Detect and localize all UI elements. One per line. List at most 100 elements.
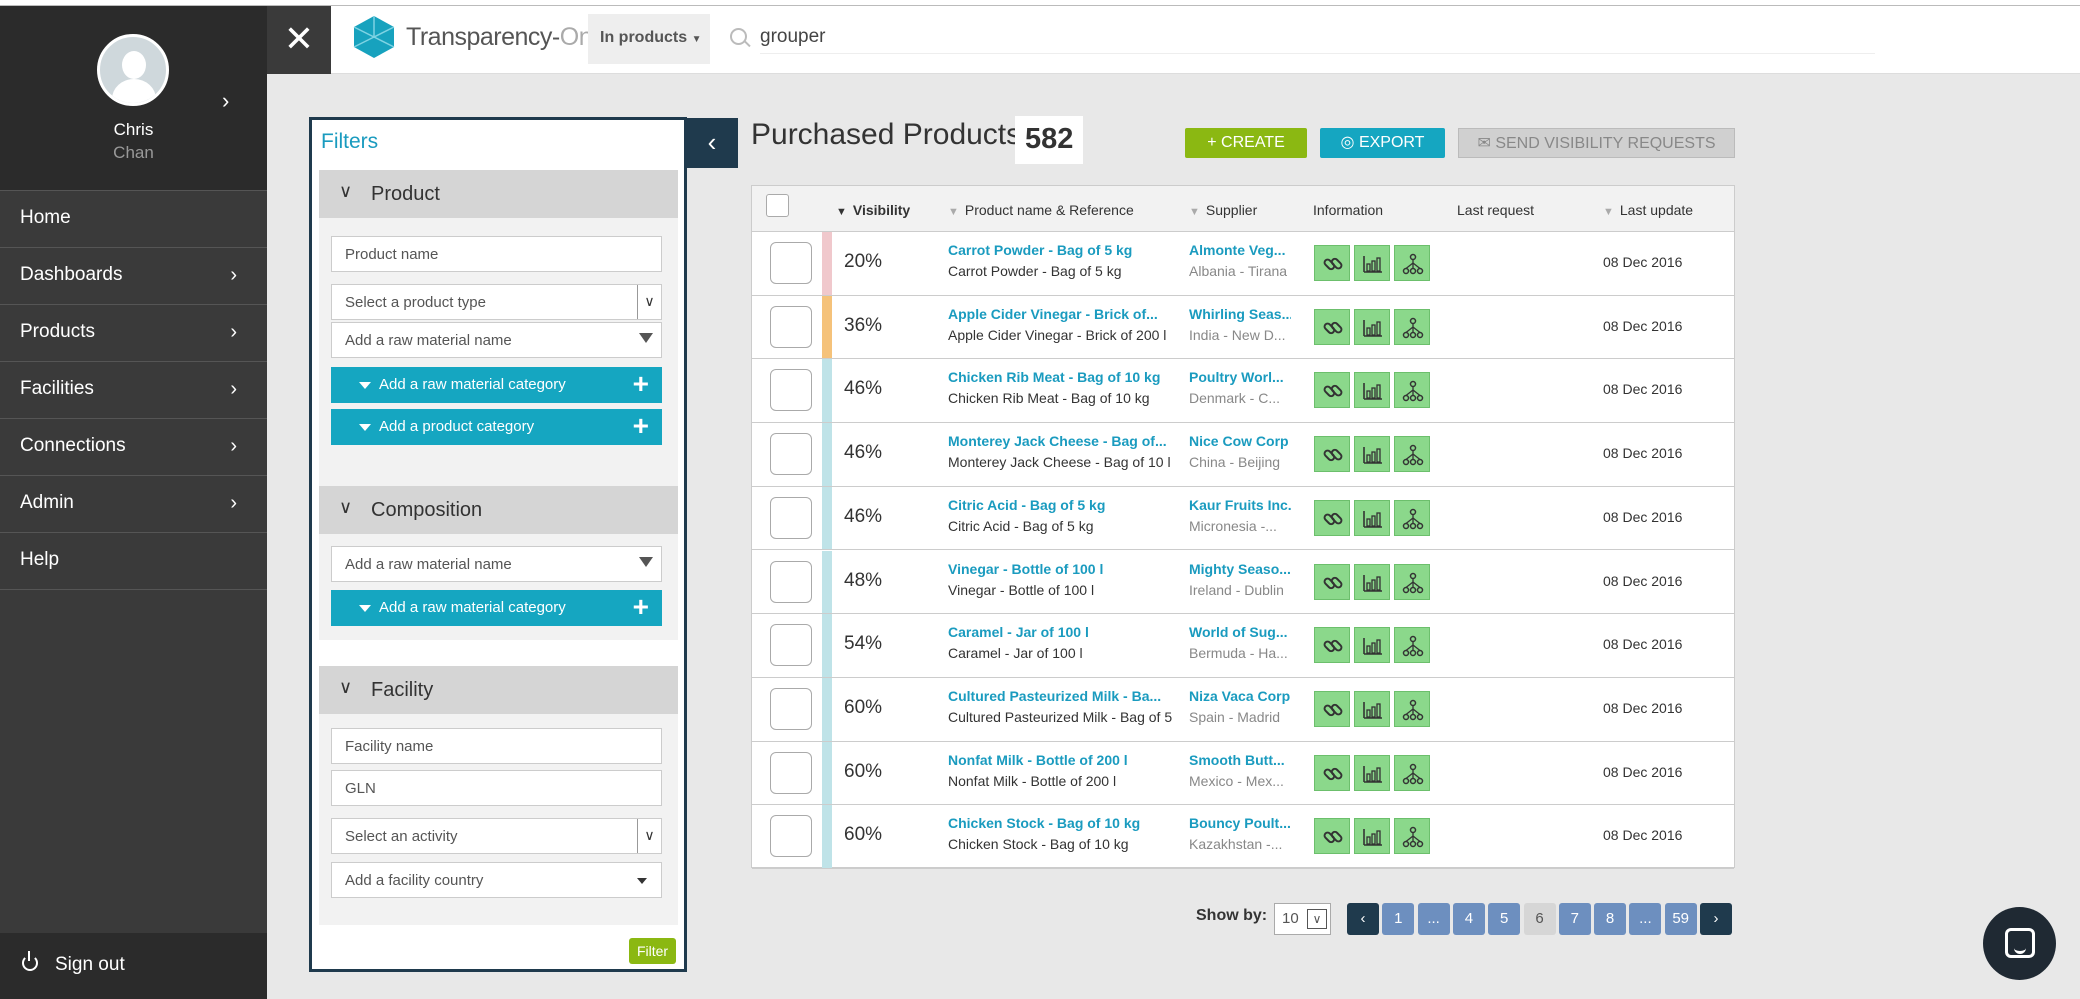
create-button[interactable]: + CREATE — [1185, 128, 1307, 158]
hierarchy-info-button[interactable] — [1394, 308, 1430, 345]
hierarchy-info-button[interactable] — [1394, 754, 1430, 791]
next-page-button[interactable]: › — [1700, 903, 1732, 935]
facility-name-input[interactable]: Facility name — [331, 728, 662, 764]
link-info-button[interactable] — [1314, 372, 1350, 409]
link-info-button[interactable] — [1314, 563, 1350, 600]
app-logo[interactable]: Transparency-One — [350, 14, 606, 60]
chart-info-button[interactable] — [1354, 563, 1390, 600]
raw-material-name-input[interactable]: Add a raw material name — [331, 322, 662, 358]
row-checkbox[interactable] — [770, 624, 812, 667]
link-info-button[interactable] — [1314, 818, 1350, 855]
row-checkbox[interactable] — [770, 433, 812, 476]
supplier-link[interactable]: World of Sug... — [1189, 624, 1291, 640]
row-checkbox[interactable] — [770, 305, 812, 348]
hierarchy-info-button[interactable] — [1394, 245, 1430, 281]
product-type-select[interactable]: Select a product type ∨ — [331, 284, 662, 320]
column-header-product[interactable]: ▼ Product name & Reference — [948, 202, 1134, 218]
supplier-link[interactable]: Whirling Seas... — [1189, 306, 1291, 322]
supplier-link[interactable]: Smooth Butt... — [1189, 752, 1291, 768]
hierarchy-info-button[interactable] — [1394, 627, 1430, 664]
product-name-link[interactable]: Apple Cider Vinegar - Brick of... — [948, 306, 1184, 322]
sign-out-button[interactable]: Sign out — [0, 933, 267, 999]
page-button[interactable]: 5 — [1488, 903, 1521, 935]
show-by-select[interactable]: 10 ∨ — [1274, 903, 1331, 935]
row-checkbox[interactable] — [770, 242, 812, 284]
link-info-button[interactable] — [1314, 499, 1350, 536]
composition-raw-material-input[interactable]: Add a raw material name — [331, 546, 662, 582]
page-button[interactable]: 4 — [1452, 903, 1485, 935]
sidebar-item-help[interactable]: Help — [0, 533, 267, 590]
add-raw-material-category-button[interactable]: Add a raw material category + — [331, 367, 662, 403]
chevron-right-icon[interactable]: › — [222, 88, 229, 114]
sidebar-item-products[interactable]: Products › — [0, 305, 267, 362]
product-name-link[interactable]: Carrot Powder - Bag of 5 kg — [948, 242, 1184, 258]
sidebar-item-facilities[interactable]: Facilities › — [0, 362, 267, 419]
product-name-input[interactable]: Product name — [331, 236, 662, 272]
hierarchy-info-button[interactable] — [1394, 436, 1430, 473]
table-row[interactable]: 48% Vinegar - Bottle of 100 l Vinegar - Bo… — [752, 550, 1734, 615]
supplier-link[interactable]: Bouncy Poult... — [1189, 815, 1291, 831]
table-row[interactable]: 60% Cultured Pasteurized Milk - Ba... Cult… — [752, 677, 1734, 742]
product-name-link[interactable]: Monterey Jack Cheese - Bag of... — [948, 433, 1184, 449]
chart-info-button[interactable] — [1354, 308, 1390, 345]
close-icon[interactable]: ✕ — [267, 6, 331, 74]
export-button[interactable]: ◎ EXPORT — [1320, 128, 1445, 158]
row-checkbox[interactable] — [770, 751, 812, 794]
table-row[interactable]: 46% Citric Acid - Bag of 5 kg Citric Acid … — [752, 486, 1734, 551]
gln-input[interactable]: GLN — [331, 770, 662, 806]
supplier-link[interactable]: Niza Vaca Corp — [1189, 688, 1291, 704]
table-row[interactable]: 60% Chicken Stock - Bag of 10 kg Chicken S… — [752, 805, 1734, 869]
link-info-button[interactable] — [1314, 436, 1350, 473]
chart-info-button[interactable] — [1354, 627, 1390, 664]
section-header-product[interactable]: ∨ Product — [319, 170, 678, 218]
supplier-link[interactable]: Poultry Worl... — [1189, 369, 1291, 385]
sidebar-item-dashboards[interactable]: Dashboards › — [0, 248, 267, 305]
send-visibility-requests-button[interactable]: ✉ SEND VISIBILITY REQUESTS — [1458, 128, 1735, 158]
hierarchy-info-button[interactable] — [1394, 690, 1430, 727]
hierarchy-info-button[interactable] — [1394, 499, 1430, 536]
product-name-link[interactable]: Chicken Rib Meat - Bag of 10 kg — [948, 369, 1184, 385]
search-input[interactable] — [760, 20, 1875, 54]
page-button[interactable]: 59 — [1664, 903, 1697, 935]
filter-submit-button[interactable]: Filter — [629, 938, 676, 964]
chart-info-button[interactable] — [1354, 754, 1390, 791]
link-info-button[interactable] — [1314, 690, 1350, 727]
row-checkbox[interactable] — [770, 560, 812, 603]
link-info-button[interactable] — [1314, 627, 1350, 664]
product-name-link[interactable]: Cultured Pasteurized Milk - Ba... — [948, 688, 1184, 704]
product-name-link[interactable]: Chicken Stock - Bag of 10 kg — [948, 815, 1184, 831]
link-info-button[interactable] — [1314, 245, 1350, 281]
prev-page-button[interactable]: ‹ — [1347, 903, 1379, 935]
collapse-filters-button[interactable]: ‹ — [686, 118, 738, 168]
sidebar-item-admin[interactable]: Admin › — [0, 476, 267, 533]
supplier-link[interactable]: Almonte Veg... — [1189, 242, 1291, 258]
supplier-link[interactable]: Mighty Seaso... — [1189, 561, 1291, 577]
table-row[interactable]: 36% Apple Cider Vinegar - Brick of... Appl… — [752, 295, 1734, 360]
search-scope-dropdown[interactable]: In products ▼ — [588, 14, 710, 64]
composition-add-raw-material-category-button[interactable]: Add a raw material category + — [331, 590, 662, 626]
link-info-button[interactable] — [1314, 754, 1350, 791]
chart-info-button[interactable] — [1354, 372, 1390, 409]
chart-info-button[interactable] — [1354, 245, 1390, 281]
chart-info-button[interactable] — [1354, 436, 1390, 473]
table-row[interactable]: 54% Caramel - Jar of 100 l Caramel - Jar o… — [752, 614, 1734, 678]
table-row[interactable]: 20% Carrot Powder - Bag of 5 kg Carrot Pow… — [752, 232, 1734, 296]
page-button[interactable]: ... — [1629, 903, 1662, 935]
section-header-composition[interactable]: ∨ Composition — [319, 486, 678, 534]
chat-button[interactable] — [1983, 907, 2056, 980]
supplier-link[interactable]: Kaur Fruits Inc. — [1189, 497, 1291, 513]
table-row[interactable]: 60% Nonfat Milk - Bottle of 200 l Nonfat M… — [752, 741, 1734, 806]
hierarchy-info-button[interactable] — [1394, 563, 1430, 600]
sidebar-item-connections[interactable]: Connections › — [0, 419, 267, 476]
link-info-button[interactable] — [1314, 308, 1350, 345]
supplier-link[interactable]: Nice Cow Corp — [1189, 433, 1291, 449]
select-all-checkbox[interactable] — [766, 194, 789, 217]
product-name-link[interactable]: Caramel - Jar of 100 l — [948, 624, 1184, 640]
row-checkbox[interactable] — [770, 369, 812, 412]
facility-country-select[interactable]: Add a facility country — [331, 862, 662, 898]
product-name-link[interactable]: Citric Acid - Bag of 5 kg — [948, 497, 1184, 513]
page-button[interactable]: 1 — [1382, 903, 1415, 935]
column-header-supplier[interactable]: ▼ Supplier — [1189, 202, 1257, 218]
table-row[interactable]: 46% Monterey Jack Cheese - Bag of... Monte… — [752, 423, 1734, 487]
product-name-link[interactable]: Nonfat Milk - Bottle of 200 l — [948, 752, 1184, 768]
